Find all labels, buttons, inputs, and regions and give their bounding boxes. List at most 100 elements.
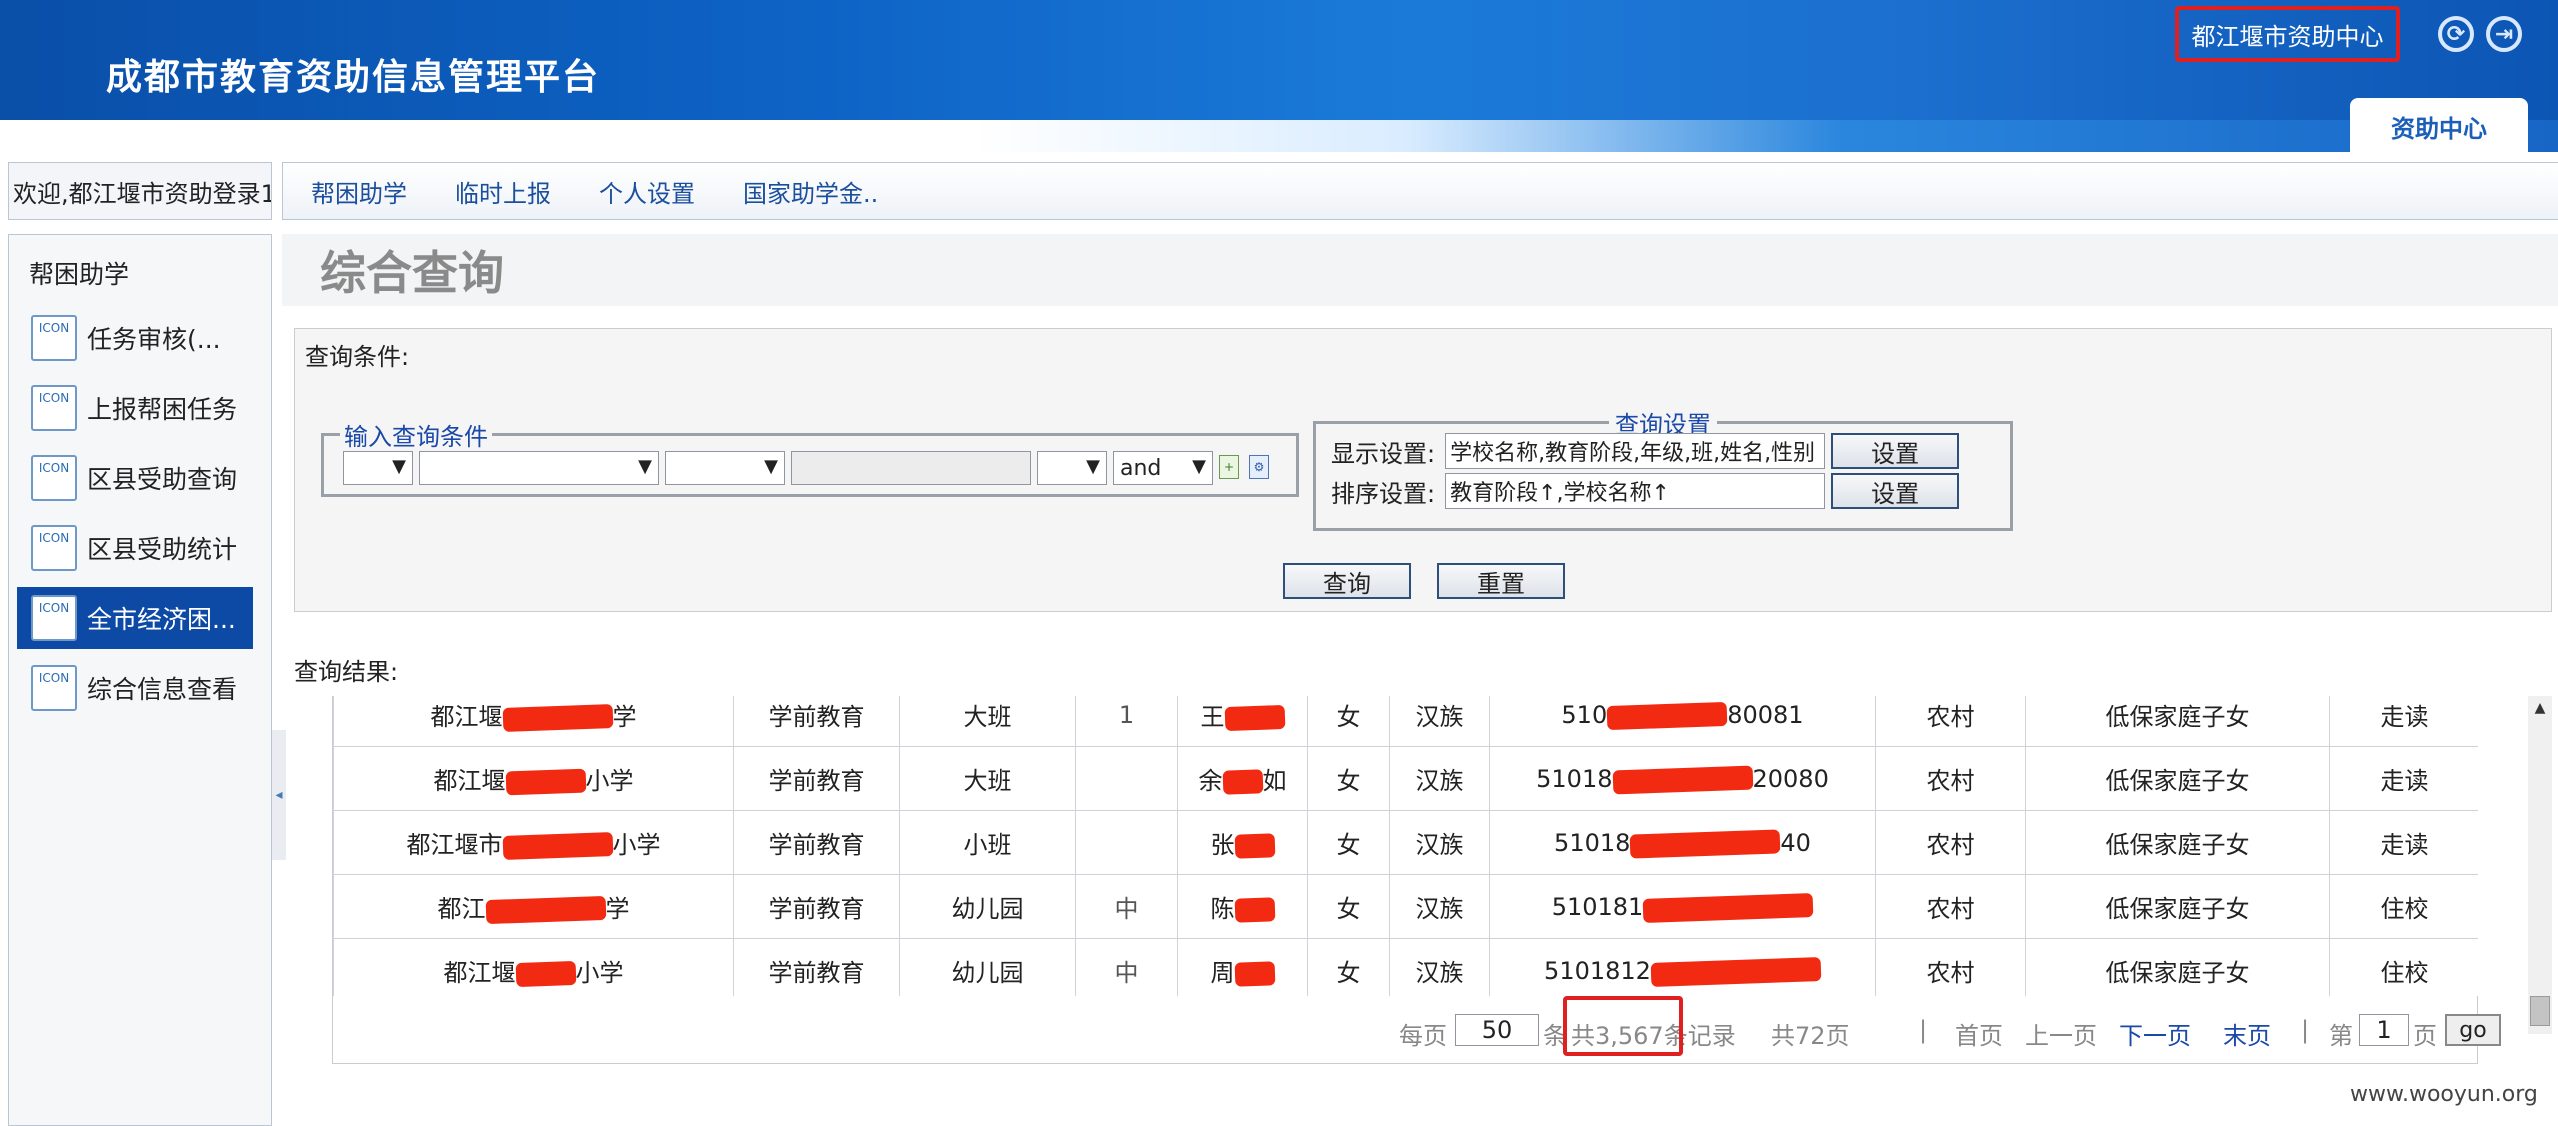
sort-settings-label: 排序设置: xyxy=(1331,479,1436,508)
cell-name: 周 xyxy=(1177,938,1308,996)
cell-area: 农村 xyxy=(1875,746,2026,811)
page-number-input[interactable]: 1 xyxy=(2359,1014,2409,1046)
per-page-input[interactable]: 50 xyxy=(1455,1014,1539,1046)
last-page-link[interactable]: 末页 xyxy=(2223,1016,2271,1051)
results-label: 查询结果: xyxy=(294,658,399,686)
reset-button[interactable]: 重置 xyxy=(1437,563,1565,599)
sidebar-item-info-view[interactable]: ICON 综合信息查看 xyxy=(17,657,253,719)
display-settings-field[interactable]: 学校名称,教育阶段,年级,班,姓名,性别 xyxy=(1445,433,1826,469)
value-input[interactable] xyxy=(791,451,1031,485)
table-row[interactable]: 都江堰学学前教育 大班 1 王女汉族 510 80081 农村 低保家庭子女 走读 xyxy=(333,696,2478,747)
redaction-mark xyxy=(1224,704,1285,732)
sort-settings-field[interactable]: 教育阶段↑,学校名称↑ xyxy=(1445,473,1826,509)
bracket-select[interactable]: ▼ xyxy=(343,451,413,485)
field-select[interactable]: ▼ xyxy=(419,451,659,485)
go-button[interactable]: go xyxy=(2445,1014,2501,1046)
nav-item-aid[interactable]: 帮困助学 xyxy=(311,174,407,209)
cell-boarding: 走读 xyxy=(2329,810,2478,875)
cell-class: 1 xyxy=(1075,696,1178,747)
operator-select[interactable]: ▼ xyxy=(665,451,785,485)
sidebar-item-task-review[interactable]: ICON 任务审核(... xyxy=(17,307,253,369)
cell-ethnic: 汉族 xyxy=(1389,696,1490,747)
results-table-viewport: 都江堰学学前教育 大班 1 王女汉族 510 80081 农村 低保家庭子女 走读 都江堰 小学 学前… xyxy=(332,696,2478,996)
cell-school: 都江学 xyxy=(333,874,734,939)
sidebar-heading: 帮困助学 xyxy=(29,260,130,289)
total-records-highlight xyxy=(1563,996,1683,1056)
refresh-icon[interactable]: ⟳ xyxy=(2438,16,2474,52)
center-switch-button[interactable]: 都江堰市资助中心 xyxy=(2175,6,2400,62)
close-bracket-select[interactable]: ▼ xyxy=(1037,451,1107,485)
chevron-down-icon: ▼ xyxy=(764,456,778,477)
tab-funding-center[interactable]: 资助中心 xyxy=(2350,98,2528,152)
scroll-up-icon[interactable]: ▲ xyxy=(2528,700,2552,720)
nav-item-personal-settings[interactable]: 个人设置 xyxy=(599,174,695,209)
cell-class: 中 xyxy=(1075,874,1178,939)
document-icon: ICON xyxy=(31,385,77,431)
table-row[interactable]: 都江堰 小学 学前教育 大班 余如女汉族 51018 20080 农村 低保家庭子女 走读 xyxy=(333,746,2478,811)
table-row[interactable]: 都江学学前教育 幼儿园中陈女汉族 510181 农村 低保家庭子女 住校 xyxy=(333,874,2478,939)
query-button[interactable]: 查询 xyxy=(1283,563,1411,599)
query-conditions-label: 查询条件: xyxy=(305,343,410,371)
sidebar-item-city-economic[interactable]: ICON 全市经济困... xyxy=(17,587,253,649)
redaction-mark xyxy=(1222,769,1263,795)
cell-gender: 女 xyxy=(1307,874,1390,939)
sidebar-item-label: 上报帮困任务 xyxy=(87,395,238,424)
sidebar-collapse-handle[interactable]: ◂ xyxy=(272,730,286,860)
redaction-mark xyxy=(1234,897,1275,923)
table-scrollbar[interactable]: ▲ xyxy=(2528,696,2552,1034)
redaction-mark xyxy=(485,895,606,925)
chevron-down-icon: ▼ xyxy=(1086,456,1100,477)
sidebar-item-district-query[interactable]: ICON 区县受助查询 xyxy=(17,447,253,509)
table-row[interactable]: 都江堰 小学 学前教育 幼儿园中周女汉族 5101812 农村 低保家庭子女 住校 xyxy=(333,938,2478,996)
cell-class xyxy=(1075,746,1178,811)
cell-stage: 学前教育 xyxy=(733,874,900,939)
cell-boarding: 走读 xyxy=(2329,746,2478,811)
sidebar-item-label: 全市经济困... xyxy=(87,605,236,634)
settings-condition-icon[interactable]: ⚙ xyxy=(1249,455,1269,479)
cell-ethnic: 汉族 xyxy=(1389,874,1490,939)
add-condition-icon[interactable]: + xyxy=(1219,455,1239,479)
page-prefix: 第 xyxy=(2329,1022,2353,1050)
cell-name: 余如 xyxy=(1177,746,1308,811)
redaction-mark xyxy=(502,704,613,732)
next-page-link[interactable]: 下一页 xyxy=(2119,1016,2191,1051)
first-page-link[interactable]: 首页 xyxy=(1955,1016,2003,1051)
display-settings-label: 显示设置: xyxy=(1331,439,1436,468)
sidebar-item-report-task[interactable]: ICON 上报帮困任务 xyxy=(17,377,253,439)
cell-name: 张 xyxy=(1177,810,1308,875)
pagination: 每页 50 条 共3,567条记录 共72页 | 首页 上一页 下一页 末页 |… xyxy=(332,996,2501,1064)
cell-grade: 幼儿园 xyxy=(899,938,1076,996)
redaction-mark xyxy=(505,768,586,796)
chevron-down-icon: ▼ xyxy=(392,456,406,477)
welcome-text: 欢迎,都江堰市资助登录1 xyxy=(8,162,272,220)
display-set-button[interactable]: 设置 xyxy=(1831,433,1960,469)
condition-legend: 输入查询条件 xyxy=(344,423,488,451)
scroll-thumb[interactable] xyxy=(2530,996,2550,1026)
page-suffix: 页 xyxy=(2413,1022,2437,1050)
redaction-mark xyxy=(1606,701,1728,730)
sidebar-item-label: 区县受助统计 xyxy=(87,535,238,564)
sidebar-item-district-stats[interactable]: ICON 区县受助统计 xyxy=(17,517,253,579)
cell-grade: 幼儿园 xyxy=(899,874,1076,939)
nav-item-temp-report[interactable]: 临时上报 xyxy=(455,174,551,209)
cell-class: 中 xyxy=(1075,938,1178,996)
table-row[interactable]: 都江堰市 小学 学前教育 小班 张女汉族 51018 40 农村 低保家庭子女 走读 xyxy=(333,810,2478,875)
cell-area: 农村 xyxy=(1875,810,2026,875)
top-nav: 帮困助学 临时上报 个人设置 国家助学金.. xyxy=(282,162,2558,220)
total-pages: 共72页 xyxy=(1771,1022,1850,1050)
prev-page-link[interactable]: 上一页 xyxy=(2025,1016,2097,1051)
cell-type: 低保家庭子女 xyxy=(2025,746,2330,811)
sort-set-button[interactable]: 设置 xyxy=(1831,473,1960,509)
cell-area: 农村 xyxy=(1875,874,2026,939)
cell-area: 农村 xyxy=(1875,696,2026,747)
nav-item-national-grant[interactable]: 国家助学金.. xyxy=(743,174,878,209)
cell-school: 都江堰 小学 xyxy=(333,746,734,811)
cell-school: 都江堰学 xyxy=(333,696,734,747)
redaction-mark xyxy=(1630,828,1781,859)
cell-boarding: 住校 xyxy=(2329,874,2478,939)
cell-gender: 女 xyxy=(1307,938,1390,996)
logic-select[interactable]: and ▼ xyxy=(1113,451,1213,485)
logout-icon[interactable]: ⇥ xyxy=(2486,16,2522,52)
cell-id: 510 80081 xyxy=(1489,696,1876,747)
cell-name: 陈 xyxy=(1177,874,1308,939)
